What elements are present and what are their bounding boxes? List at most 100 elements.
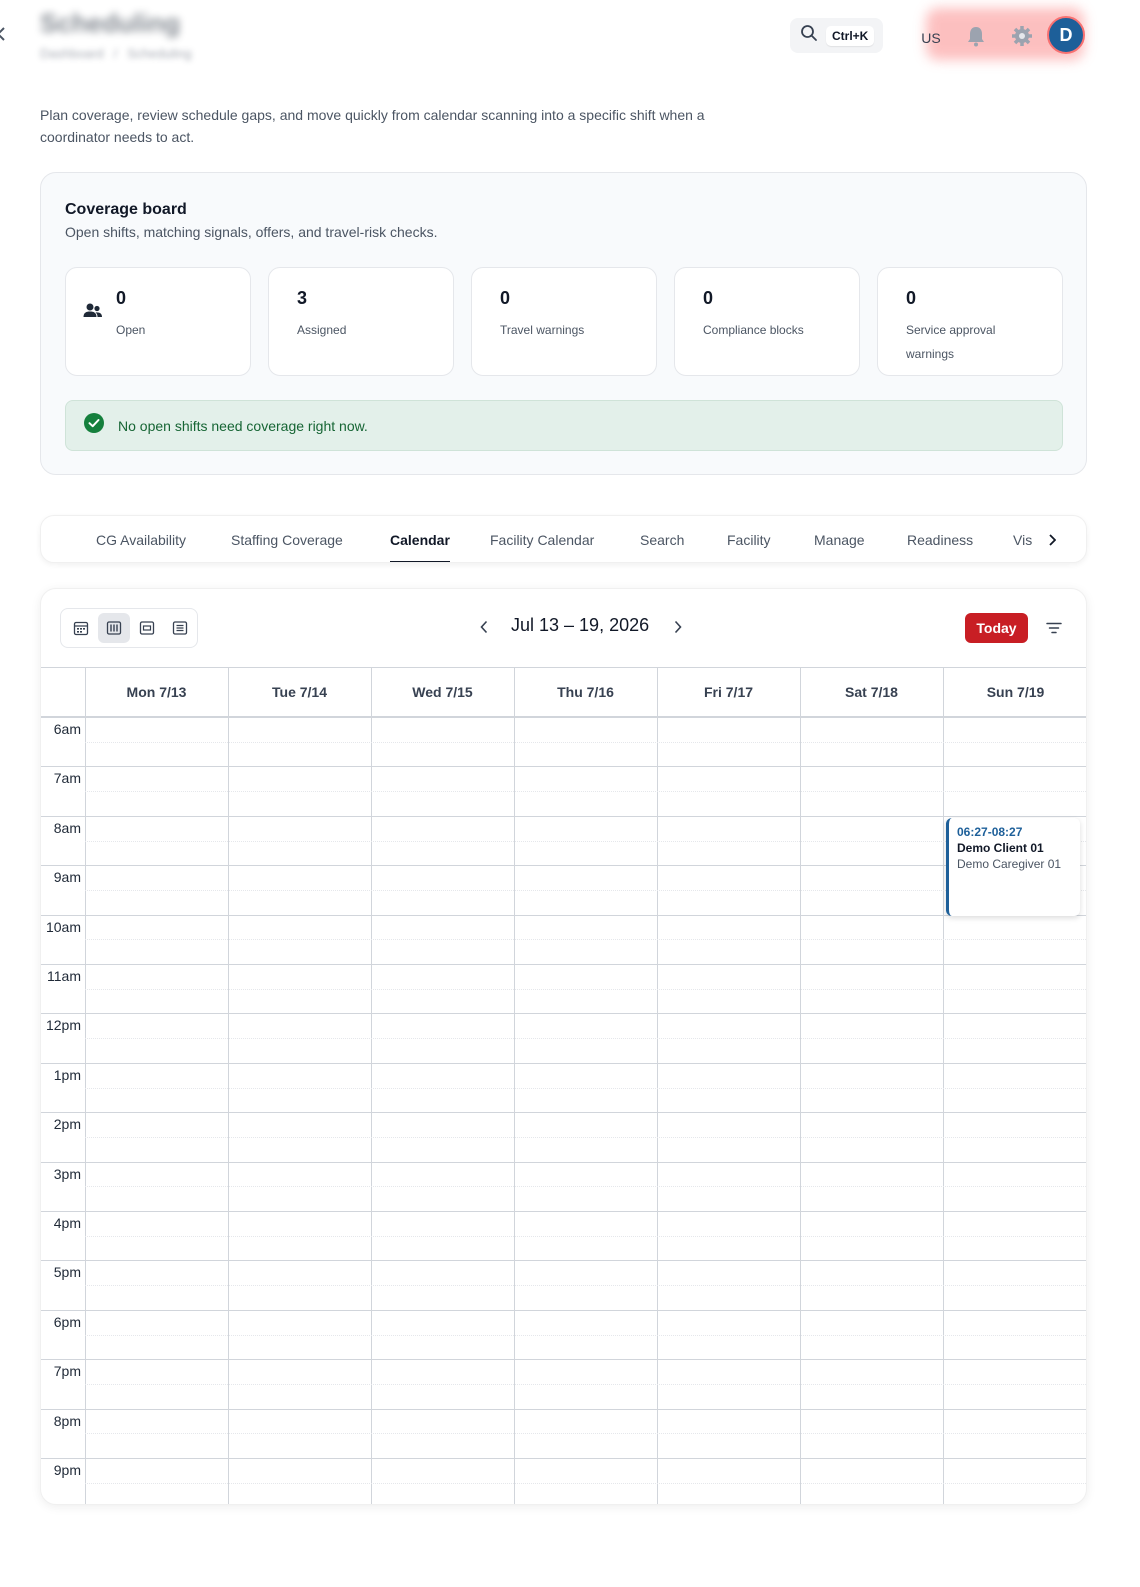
- stat-card-service-approval[interactable]: 0 Service approval warnings: [877, 267, 1063, 376]
- hour-label: 9am: [53, 869, 81, 886]
- half-hour-line: [85, 1136, 1086, 1138]
- half-hour-line: [85, 741, 1086, 743]
- hour-line: [41, 1013, 1086, 1015]
- hour-line: [41, 766, 1086, 768]
- half-hour-line: [85, 889, 1086, 891]
- bell-icon[interactable]: [962, 22, 990, 50]
- breadcrumb-separator: /: [113, 46, 118, 61]
- grid-column-line: [800, 668, 801, 1504]
- stat-value: 3: [297, 288, 308, 308]
- view-switcher: [60, 608, 198, 648]
- event-caregiver: Demo Caregiver 01: [957, 857, 1062, 871]
- tab-readiness[interactable]: Readiness: [907, 516, 973, 562]
- hour-line: [41, 865, 1086, 867]
- hour-line: [41, 1408, 1086, 1410]
- hour-line: [41, 1062, 1086, 1064]
- next-week-button[interactable]: [667, 615, 689, 639]
- tab-manage[interactable]: Manage: [814, 516, 865, 562]
- hour-line: [41, 914, 1086, 916]
- notice-text: No open shifts need coverage right now.: [118, 417, 368, 434]
- tab-facility[interactable]: Facility: [727, 516, 771, 562]
- hour-line: [41, 1260, 1086, 1262]
- stat-card-assigned[interactable]: 3 Assigned: [268, 267, 454, 376]
- grid-column-line: [371, 668, 372, 1504]
- hour-line: [41, 815, 1086, 817]
- half-hour-line: [85, 1087, 1086, 1089]
- app-header: Scheduling Dashboard / Scheduling Ctrl+K…: [0, 0, 1140, 80]
- stat-label: Compliance blocks: [703, 323, 804, 337]
- half-hour-line: [85, 840, 1086, 842]
- tab-calendar[interactable]: Calendar: [390, 516, 450, 562]
- tab-overflow: Vis: [1013, 516, 1043, 562]
- search-button[interactable]: Ctrl+K: [790, 18, 883, 53]
- hour-line: [41, 1309, 1086, 1311]
- tab-visits[interactable]: Vis: [1013, 516, 1032, 562]
- half-hour-line: [85, 1433, 1086, 1435]
- hour-line: [41, 964, 1086, 965]
- day-header: Thu 7/16: [557, 684, 614, 700]
- stat-value: 0: [116, 288, 127, 308]
- hour-label: 7pm: [53, 1363, 81, 1380]
- event-time: 06:27-08:27: [957, 825, 1023, 839]
- shift-event[interactable]: 06:27-08:27 Demo Client 01 Demo Caregive…: [946, 818, 1080, 916]
- grid-column-line: [514, 668, 515, 1504]
- hour-label: 1pm: [53, 1066, 81, 1083]
- stat-label: Travel warnings: [500, 323, 585, 337]
- users-icon: [82, 300, 104, 322]
- stat-card-compliance-blocks[interactable]: 0 Compliance blocks: [674, 267, 860, 376]
- stat-value: 0: [703, 288, 714, 308]
- filter-icon[interactable]: [1043, 617, 1065, 639]
- hour-line: [41, 1112, 1086, 1114]
- locale-switcher[interactable]: US: [916, 26, 946, 50]
- day-header: Mon 7/13: [126, 684, 187, 700]
- month-view-icon[interactable]: [65, 613, 97, 643]
- half-hour-line: [85, 1482, 1086, 1484]
- list-view-icon[interactable]: [164, 613, 196, 643]
- grid-column-line: [85, 668, 86, 1504]
- gear-icon[interactable]: [1008, 22, 1036, 50]
- half-hour-line: [85, 939, 1086, 941]
- previous-week-button[interactable]: [473, 615, 495, 639]
- half-hour-line: [85, 1383, 1086, 1385]
- chevron-left-icon[interactable]: [0, 26, 10, 46]
- hour-line: [41, 717, 1086, 718]
- half-hour-line: [85, 1235, 1086, 1237]
- tab-facility-calendar[interactable]: Facility Calendar: [490, 516, 594, 562]
- search-icon: [800, 24, 818, 47]
- breadcrumb: Dashboard / Scheduling: [40, 46, 192, 61]
- breadcrumb-item[interactable]: Dashboard: [40, 46, 104, 61]
- half-hour-line: [85, 1038, 1086, 1040]
- check-circle-icon: [84, 413, 104, 438]
- hour-line: [41, 1161, 1086, 1163]
- hour-label: 7am: [53, 770, 81, 787]
- grid-column-line: [228, 668, 229, 1504]
- hour-line: [41, 1211, 1086, 1212]
- tab-search[interactable]: Search: [640, 516, 684, 562]
- hour-label: 8pm: [53, 1412, 81, 1429]
- day-header: Fri 7/17: [703, 684, 754, 700]
- tab-staffing-coverage[interactable]: Staffing Coverage: [231, 516, 343, 562]
- board-title: Coverage board: [65, 201, 187, 218]
- coverage-notice: No open shifts need coverage right now.: [65, 400, 1063, 451]
- hour-label: 11am: [47, 968, 81, 984]
- tab-cg-availability[interactable]: CG Availability: [96, 516, 186, 562]
- chevron-right-icon[interactable]: [1041, 516, 1063, 562]
- day-view-icon[interactable]: [131, 613, 163, 643]
- stat-card-open[interactable]: 0 Open: [65, 267, 251, 376]
- coverage-board: Coverage board Open shifts, matching sig…: [40, 172, 1087, 475]
- stat-value: 0: [500, 288, 511, 308]
- hour-label: 8am: [53, 819, 81, 836]
- breadcrumb-item: Scheduling: [127, 46, 192, 61]
- week-view-icon[interactable]: [98, 613, 130, 643]
- week-grid[interactable]: Mon 7/13 Tue 7/14 Wed 7/15 Thu 7/16 Fri …: [41, 667, 1086, 1504]
- hour-label: 5pm: [53, 1264, 81, 1281]
- stat-card-travel-warnings[interactable]: 0 Travel warnings: [471, 267, 657, 376]
- page-title: Scheduling: [40, 8, 181, 38]
- avatar[interactable]: D: [1047, 16, 1085, 54]
- hour-label: 4pm: [53, 1215, 81, 1231]
- half-hour-line: [85, 1186, 1086, 1188]
- today-button[interactable]: Today: [965, 613, 1028, 643]
- half-hour-line: [85, 988, 1086, 990]
- calendar-panel: Jul 13 – 19, 2026 Today Mon 7/13 Tue 7/1…: [40, 588, 1087, 1505]
- stat-cards: 0 Open 3 Assigned 0 Travel warnings 0 Co…: [65, 267, 1063, 376]
